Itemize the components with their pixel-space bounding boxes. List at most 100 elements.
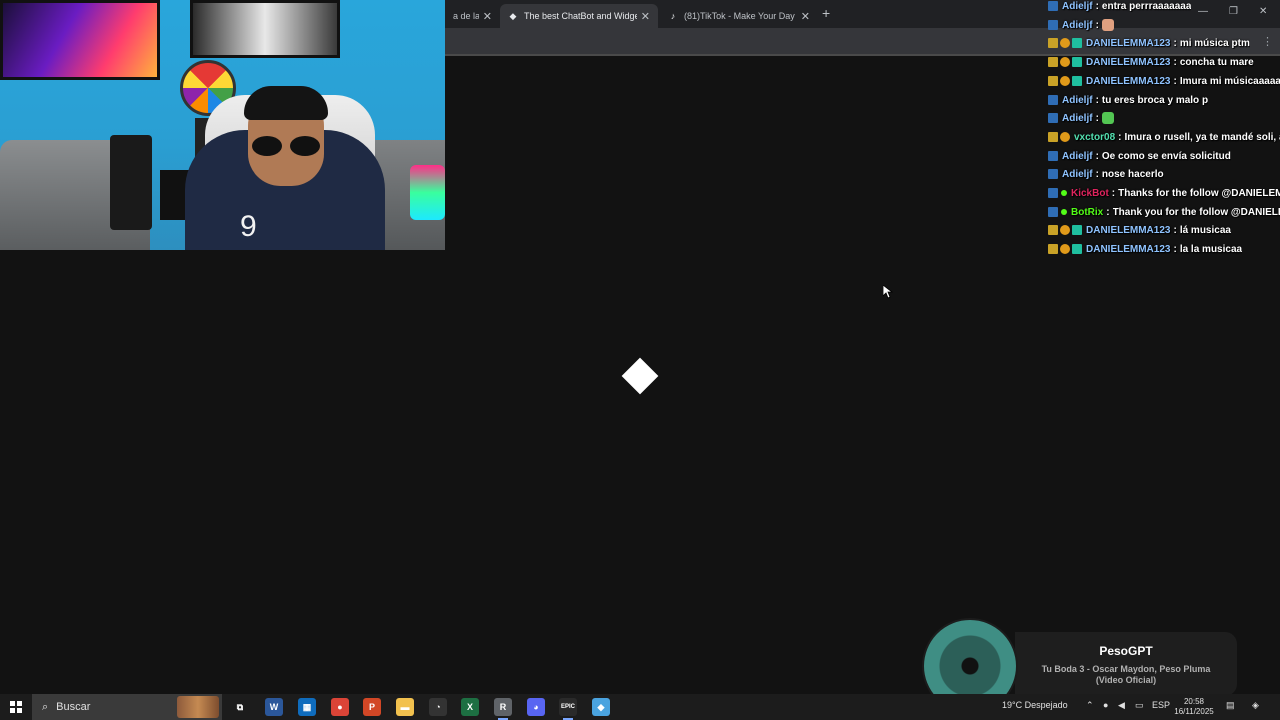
chat-username[interactable]: Adieljf <box>1062 1 1093 12</box>
kick-badge-icon <box>1048 1 1058 11</box>
chat-message: DANIELEMMA123: lá musicaa <box>1046 221 1280 239</box>
tab-close-icon[interactable]: ✕ <box>641 10 650 23</box>
kick-badge-icon <box>1048 188 1058 198</box>
bot-badge-icon <box>1061 209 1067 215</box>
now-playing-card: PesoGPT Tu Boda 3 - Oscar Maydon, Peso P… <box>1015 632 1237 696</box>
tab-label: (81)TikTok - Make Your Day <box>684 11 795 21</box>
chat-username[interactable]: DANIELEMMA123 <box>1086 225 1170 236</box>
widgets-icon[interactable]: ◈ <box>1252 700 1259 711</box>
chat-separator: : <box>1095 94 1099 106</box>
chrome-icon[interactable]: ● <box>331 698 349 716</box>
chat-message-text: nose hacerlo <box>1101 168 1164 180</box>
chat-username[interactable]: DANIELEMMA123 <box>1086 76 1170 87</box>
kick-badge-icon <box>1048 207 1058 217</box>
loading-diamond-icon <box>621 357 659 395</box>
store-icon[interactable]: ▦ <box>298 698 316 716</box>
webcam-overlay: 9 <box>0 0 445 250</box>
chat-message-text: la la musicaa <box>1179 243 1243 255</box>
og-badge-icon <box>1060 225 1070 235</box>
chat-message-text: entra perrraaaaaaa <box>1101 0 1192 12</box>
chat-separator: : <box>1118 131 1122 143</box>
sub-badge-icon <box>1048 132 1058 142</box>
chat-message: BotRix: Thank you for the follow @DANIELE… <box>1046 203 1280 221</box>
chat-username[interactable]: DANIELEMMA123 <box>1086 38 1170 49</box>
chat-username[interactable]: vxctor08 <box>1074 132 1115 143</box>
chat-message-text: concha tu mare <box>1179 56 1254 68</box>
chat-message: Adieljf: <box>1046 16 1280 34</box>
chat-message-text: Oe como se envía solicitud <box>1101 150 1231 162</box>
speaker-icon[interactable]: ◀ <box>1118 700 1125 711</box>
now-playing-song: Tu Boda 3 - Oscar Maydon, Peso Pluma (Vi… <box>1041 664 1211 685</box>
og-badge-icon <box>1060 57 1070 67</box>
shirt-number: 9 <box>240 210 257 243</box>
chat-separator: : <box>1095 150 1099 162</box>
network-icon[interactable]: ▭ <box>1135 700 1144 711</box>
weather-status[interactable]: 19°C Despejado <box>1002 700 1068 710</box>
tab-close-icon[interactable]: ✕ <box>483 10 492 23</box>
taskbar: ⌕ Buscar ⧉ W ▦ ● P ▬ ◔ X R ◕ EPIC ◆ 19°C Despejado … <box>0 694 1280 720</box>
notes-icon[interactable]: ◆ <box>592 698 610 716</box>
chat-message-text: Imura mi músicaaaaaa <box>1179 75 1280 87</box>
tab-label: a de la S <box>453 11 479 21</box>
thumb-emote-icon <box>1101 19 1114 31</box>
chat-username[interactable]: Adieljf <box>1062 151 1093 162</box>
excel-icon[interactable]: X <box>461 698 479 716</box>
task-view-icon[interactable]: ⧉ <box>231 698 249 716</box>
kick-badge-icon <box>1048 169 1058 179</box>
chat-message: Adieljf: entra perrraaaaaaa <box>1046 0 1280 15</box>
car-poster-image <box>0 0 160 80</box>
powerpoint-icon[interactable]: P <box>363 698 381 716</box>
new-tab-button[interactable]: + <box>822 5 830 21</box>
chevron-up-icon[interactable]: ⌃ <box>1086 700 1094 711</box>
chat-separator: : <box>1111 187 1116 199</box>
notifications-icon[interactable]: ▤ <box>1226 700 1235 711</box>
chat-message: DANIELEMMA123: concha tu mare <box>1046 53 1280 71</box>
chat-message: vxctor08: Imura o rusell, ya te mandé sol… <box>1046 128 1280 146</box>
tab-close-icon[interactable]: ✕ <box>801 10 810 23</box>
chat-username[interactable]: DANIELEMMA123 <box>1086 57 1170 68</box>
sunglasses-image <box>252 136 322 156</box>
kick-badge-icon <box>1048 113 1058 123</box>
chat-username[interactable]: KickBot <box>1071 188 1109 199</box>
word-icon[interactable]: W <box>265 698 283 716</box>
tab-previous[interactable]: a de la S ✕ <box>445 4 500 28</box>
chat-username[interactable]: Adieljf <box>1062 95 1093 106</box>
speedometer-icon[interactable]: ◔ <box>429 698 447 716</box>
tiktok-icon: ♪ <box>670 11 676 21</box>
chat-username[interactable]: Adieljf <box>1062 113 1093 124</box>
chat-overlay: Adieljf: entra perrraaaaaaa Adieljf: DANIEL… <box>1046 0 1280 262</box>
chat-separator: : <box>1173 243 1177 255</box>
chat-message-text: tu eres broca y malo p <box>1101 94 1209 106</box>
green-emote-icon <box>1101 112 1114 124</box>
chat-username[interactable]: Adieljf <box>1062 20 1093 31</box>
chat-message: DANIELEMMA123: la la musicaa <box>1046 240 1280 258</box>
chat-username[interactable]: BotRix <box>1071 207 1103 218</box>
chat-username[interactable]: Adieljf <box>1062 169 1093 180</box>
language-indicator[interactable]: ESP <box>1152 700 1170 710</box>
file-explorer-icon[interactable]: ▬ <box>396 698 414 716</box>
chat-message: DANIELEMMA123: mi música ptm <box>1046 34 1280 52</box>
chat-message-text: Thanks for the follow @DANIELEMM <box>1118 187 1280 199</box>
tab-tiktok[interactable]: ♪ (81)TikTok - Make Your Day ✕ <box>660 4 818 28</box>
chat-message: DANIELEMMA123: Imura mi músicaaaaaa <box>1046 72 1280 90</box>
microphone-icon[interactable]: ● <box>1103 700 1108 710</box>
chrome-profile-icon[interactable]: R <box>494 698 512 720</box>
og-badge-icon <box>1060 244 1070 254</box>
chat-separator: : <box>1095 19 1099 31</box>
chat-message-text: lá musicaa <box>1179 224 1231 236</box>
chat-message-text: Thank you for the follow @DANIELEM <box>1112 206 1280 218</box>
rgb-lamp-image <box>410 165 445 220</box>
sub-badge-icon <box>1048 38 1058 48</box>
discord-like-icon[interactable]: ◕ <box>527 698 545 716</box>
chat-separator: : <box>1173 75 1177 87</box>
tab-chatbot[interactable]: ◆ The best ChatBot and Widgets ✕ <box>500 4 658 28</box>
search-icon: ⌕ <box>42 700 49 713</box>
mouse-cursor-icon <box>883 285 893 299</box>
sub-badge-icon <box>1048 225 1058 235</box>
chat-username[interactable]: DANIELEMMA123 <box>1086 244 1170 255</box>
epic-games-icon[interactable]: EPIC <box>559 698 577 720</box>
now-playing-title: PesoGPT <box>1099 644 1153 658</box>
chat-message: Adieljf: Oe como se envía solicitud <box>1046 147 1280 165</box>
clock[interactable]: 20:58 16/11/2025 <box>1172 697 1216 717</box>
windows-start-icon[interactable] <box>10 701 22 713</box>
